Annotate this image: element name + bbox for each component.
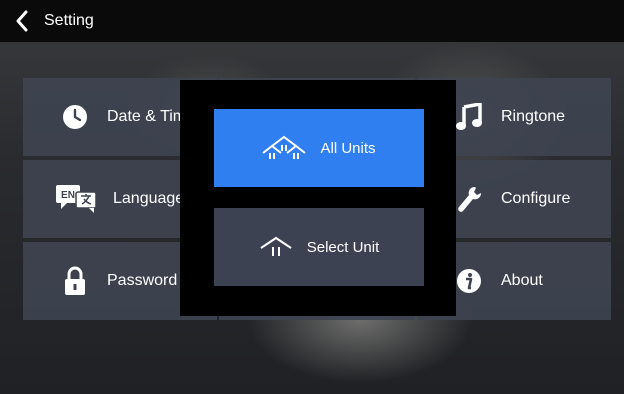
house-icon bbox=[260, 236, 292, 256]
all-units-label: All Units bbox=[320, 139, 376, 157]
unit-select-dialog: All Units Select Unit bbox=[180, 80, 456, 316]
wrench-icon bbox=[455, 185, 483, 213]
lock-icon bbox=[61, 266, 89, 295]
tile-label: Ringtone bbox=[501, 108, 566, 125]
info-icon bbox=[455, 267, 483, 295]
multiple-houses-icon bbox=[262, 135, 307, 159]
all-units-button[interactable]: All Units bbox=[214, 109, 424, 187]
back-button[interactable] bbox=[0, 0, 44, 42]
tile-label: Configure bbox=[501, 190, 571, 207]
select-unit-button[interactable]: Select Unit bbox=[214, 208, 424, 286]
clock-icon bbox=[61, 103, 89, 131]
chevron-left-icon bbox=[16, 10, 28, 32]
language-icon: EN bbox=[55, 185, 99, 213]
tile-label: Language bbox=[113, 190, 185, 207]
music-note-icon bbox=[455, 103, 483, 131]
svg-text:EN: EN bbox=[61, 190, 75, 201]
top-bar: Setting bbox=[0, 0, 624, 42]
tile-label: Password bbox=[107, 272, 178, 289]
select-unit-label: Select Unit bbox=[306, 238, 380, 256]
page-title: Setting bbox=[44, 12, 94, 29]
tile-label: About bbox=[501, 272, 543, 289]
